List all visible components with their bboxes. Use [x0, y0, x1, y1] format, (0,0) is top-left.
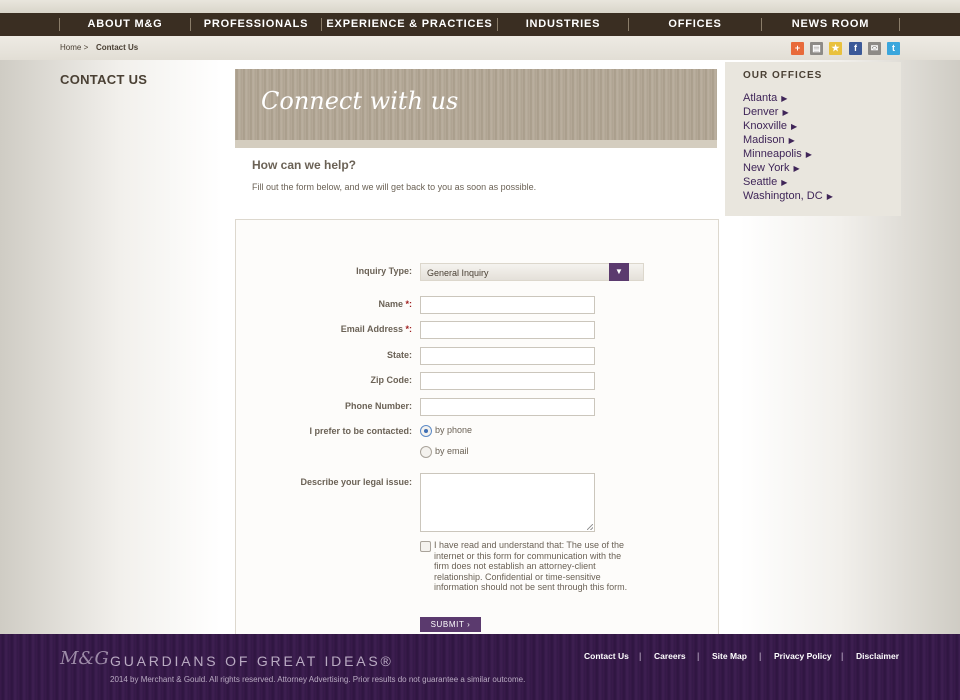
- disclaimer-checkbox[interactable]: [420, 541, 431, 552]
- phone-label: Phone Number:: [344, 401, 412, 411]
- arrow-right-icon: ▶: [805, 150, 812, 159]
- resize-grip-icon[interactable]: [587, 524, 593, 530]
- footer-link-disclaimer[interactable]: Disclaimer: [856, 651, 899, 661]
- radio-by-email[interactable]: [420, 446, 432, 458]
- help-heading: How can we help?: [252, 158, 357, 172]
- arrow-right-icon: ▶: [781, 94, 788, 103]
- arrow-right-icon: ▶: [788, 136, 795, 145]
- footer-separator: |: [697, 651, 700, 661]
- office-link-atlanta[interactable]: Atlanta ▶: [743, 92, 787, 104]
- plus-share-icon[interactable]: +: [791, 42, 804, 55]
- arrow-right-icon: ▶: [791, 122, 798, 131]
- zip-code-field[interactable]: [420, 372, 595, 390]
- footer-copyright: 2014 by Merchant & Gould. All rights res…: [110, 675, 526, 684]
- chevron-right-icon: ›: [467, 620, 471, 629]
- radio-by-phone[interactable]: [420, 425, 432, 437]
- state-label: State:: [386, 350, 412, 360]
- breadcrumb-current: Contact Us: [96, 43, 139, 52]
- nav-item-about[interactable]: ABOUT M&G: [60, 13, 190, 36]
- contact-preference-label: I prefer to be contacted:: [309, 426, 412, 436]
- twitter-icon[interactable]: t: [887, 42, 900, 55]
- page-title: CONTACT US: [60, 72, 148, 87]
- footer-separator: |: [841, 651, 844, 661]
- name-label: Name *:: [378, 299, 413, 309]
- facebook-icon[interactable]: f: [849, 42, 862, 55]
- inquiry-type-label: Inquiry Type:: [356, 266, 412, 276]
- state-field[interactable]: [420, 347, 595, 365]
- phone-field[interactable]: [420, 398, 595, 416]
- footer-separator: |: [759, 651, 762, 661]
- email-icon[interactable]: ✉: [868, 42, 881, 55]
- nav-item-offices[interactable]: OFFICES: [629, 13, 761, 36]
- office-link-minneapolis[interactable]: Minneapolis ▶: [743, 148, 812, 160]
- help-text: Fill out the form below, and we will get…: [252, 182, 537, 192]
- offices-title: OUR OFFICES: [743, 70, 823, 81]
- legal-issue-textarea[interactable]: [420, 473, 595, 532]
- nav-item-news-room[interactable]: NEWS ROOM: [762, 13, 899, 36]
- footer-link-contact-us[interactable]: Contact Us: [584, 651, 629, 661]
- breadcrumb-home-link[interactable]: Home >: [60, 43, 88, 52]
- hero-title: Connect with us: [261, 87, 459, 115]
- arrow-right-icon: ▶: [826, 192, 833, 201]
- footer-tagline: GUARDIANS OF GREAT IDEAS®: [110, 653, 394, 669]
- office-link-new-york[interactable]: New York ▶: [743, 162, 800, 174]
- required-mark: *:: [405, 324, 413, 334]
- radio-by-phone-label: by phone: [435, 425, 473, 435]
- office-link-washington-dc[interactable]: Washington, DC ▶: [743, 190, 833, 202]
- required-mark: *:: [405, 299, 413, 309]
- footer-link-privacy-policy[interactable]: Privacy Policy: [774, 651, 832, 661]
- chevron-down-icon[interactable]: ▼: [609, 263, 629, 281]
- office-link-madison[interactable]: Madison ▶: [743, 134, 795, 146]
- favorite-star-icon[interactable]: ★: [829, 42, 842, 55]
- nav-separator: [899, 18, 900, 31]
- arrow-right-icon: ▶: [781, 178, 788, 187]
- email-label: Email Address *:: [340, 324, 413, 334]
- legal-issue-label: Describe your legal issue:: [300, 477, 412, 487]
- main-nav: ABOUT M&G PROFESSIONALS EXPERIENCE & PRA…: [0, 13, 960, 36]
- footer-link-site-map[interactable]: Site Map: [712, 651, 747, 661]
- zip-code-label: Zip Code:: [370, 375, 413, 385]
- office-link-knoxville[interactable]: Knoxville ▶: [743, 120, 797, 132]
- hero-banner: Connect with us: [235, 69, 717, 148]
- arrow-right-icon: ▶: [793, 164, 800, 173]
- name-field[interactable]: [420, 296, 595, 314]
- submit-button[interactable]: SUBMIT ›: [420, 617, 481, 632]
- nav-item-industries[interactable]: INDUSTRIES: [498, 13, 628, 36]
- office-link-denver[interactable]: Denver ▶: [743, 106, 789, 118]
- radio-by-email-label: by email: [435, 446, 469, 456]
- footer-logo: M&G: [60, 648, 109, 669]
- nav-item-experience-practices[interactable]: EXPERIENCE & PRACTICES: [322, 13, 497, 36]
- footer-separator: |: [639, 651, 642, 661]
- disclaimer-text: I have read and understand that: The use…: [434, 540, 628, 592]
- inquiry-type-value: General Inquiry: [427, 268, 489, 278]
- office-link-seattle[interactable]: Seattle ▶: [743, 176, 787, 188]
- arrow-right-icon: ▶: [782, 108, 789, 117]
- top-strip: [0, 0, 960, 13]
- email-field[interactable]: [420, 321, 595, 339]
- print-icon[interactable]: ▤: [810, 42, 823, 55]
- nav-item-professionals[interactable]: PROFESSIONALS: [191, 13, 321, 36]
- footer-link-careers[interactable]: Careers: [654, 651, 686, 661]
